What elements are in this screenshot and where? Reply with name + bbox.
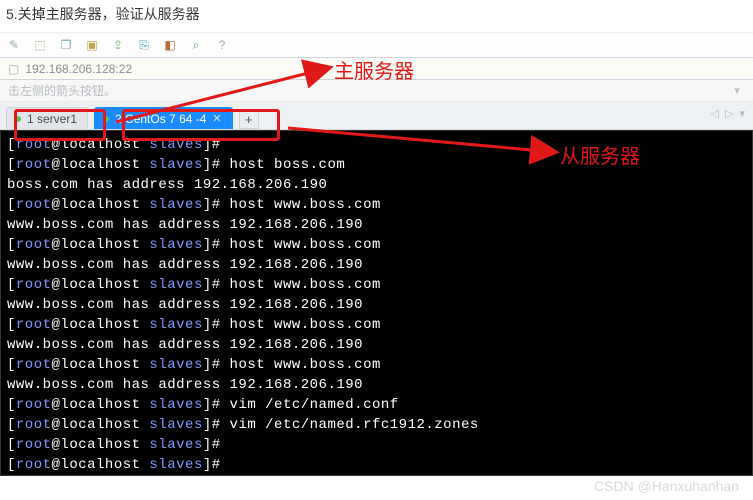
nav-hint: 击左侧的箭头按钮。 [8,82,116,99]
more-icon[interactable]: ▾ [739,107,745,120]
square-icon[interactable]: ◧ [162,37,178,53]
save-icon[interactable]: ⬚ [32,37,48,53]
chevron-left-icon[interactable]: ◁ [711,107,719,120]
tab-centos7[interactable]: 2 CentOs 7 64 -4 ✕ [94,107,233,129]
folder-icon[interactable]: ▣ [84,37,100,53]
annotation-label-primary: 主服务器 [334,55,414,84]
status-dot-icon [103,116,109,122]
status-dot-icon [15,116,21,122]
new-tab-button[interactable]: + [239,109,259,129]
share-icon[interactable]: ⇪ [110,37,126,53]
overlap-icon[interactable]: ❐ [58,37,74,53]
help-icon[interactable]: ? [214,37,230,53]
zoom-icon[interactable]: ⌕ [188,37,204,53]
host-label: 192.168.206.128:22 [25,62,132,76]
tab-server1[interactable]: 1 server1 [6,107,88,129]
close-icon[interactable]: ✕ [212,112,221,125]
chevron-right-icon[interactable]: ▷ [725,107,733,120]
terminal[interactable]: [root@localhost slaves]# [root@localhost… [0,130,753,476]
pencil-icon[interactable]: ✎ [6,37,22,53]
tab-label: 2 CentOs 7 64 -4 [115,112,206,126]
watermark: CSDN @Hanxuhanhan [594,478,739,494]
tab-bar: 1 server1 2 CentOs 7 64 -4 ✕ + ◁ ▷ ▾ [0,102,753,130]
tab-right-controls: ◁ ▷ ▾ [711,107,745,120]
screen-icon: ▢ [8,62,19,76]
annotation-label-secondary: 从服务器 [560,140,640,169]
tab-label: 1 server1 [27,112,77,126]
chevron-down-icon[interactable]: ▾ [729,83,745,99]
clipboard-icon[interactable]: ⎘ [136,37,152,53]
page-caption: 5.关掉主服务器，验证从服务器 [0,0,753,32]
